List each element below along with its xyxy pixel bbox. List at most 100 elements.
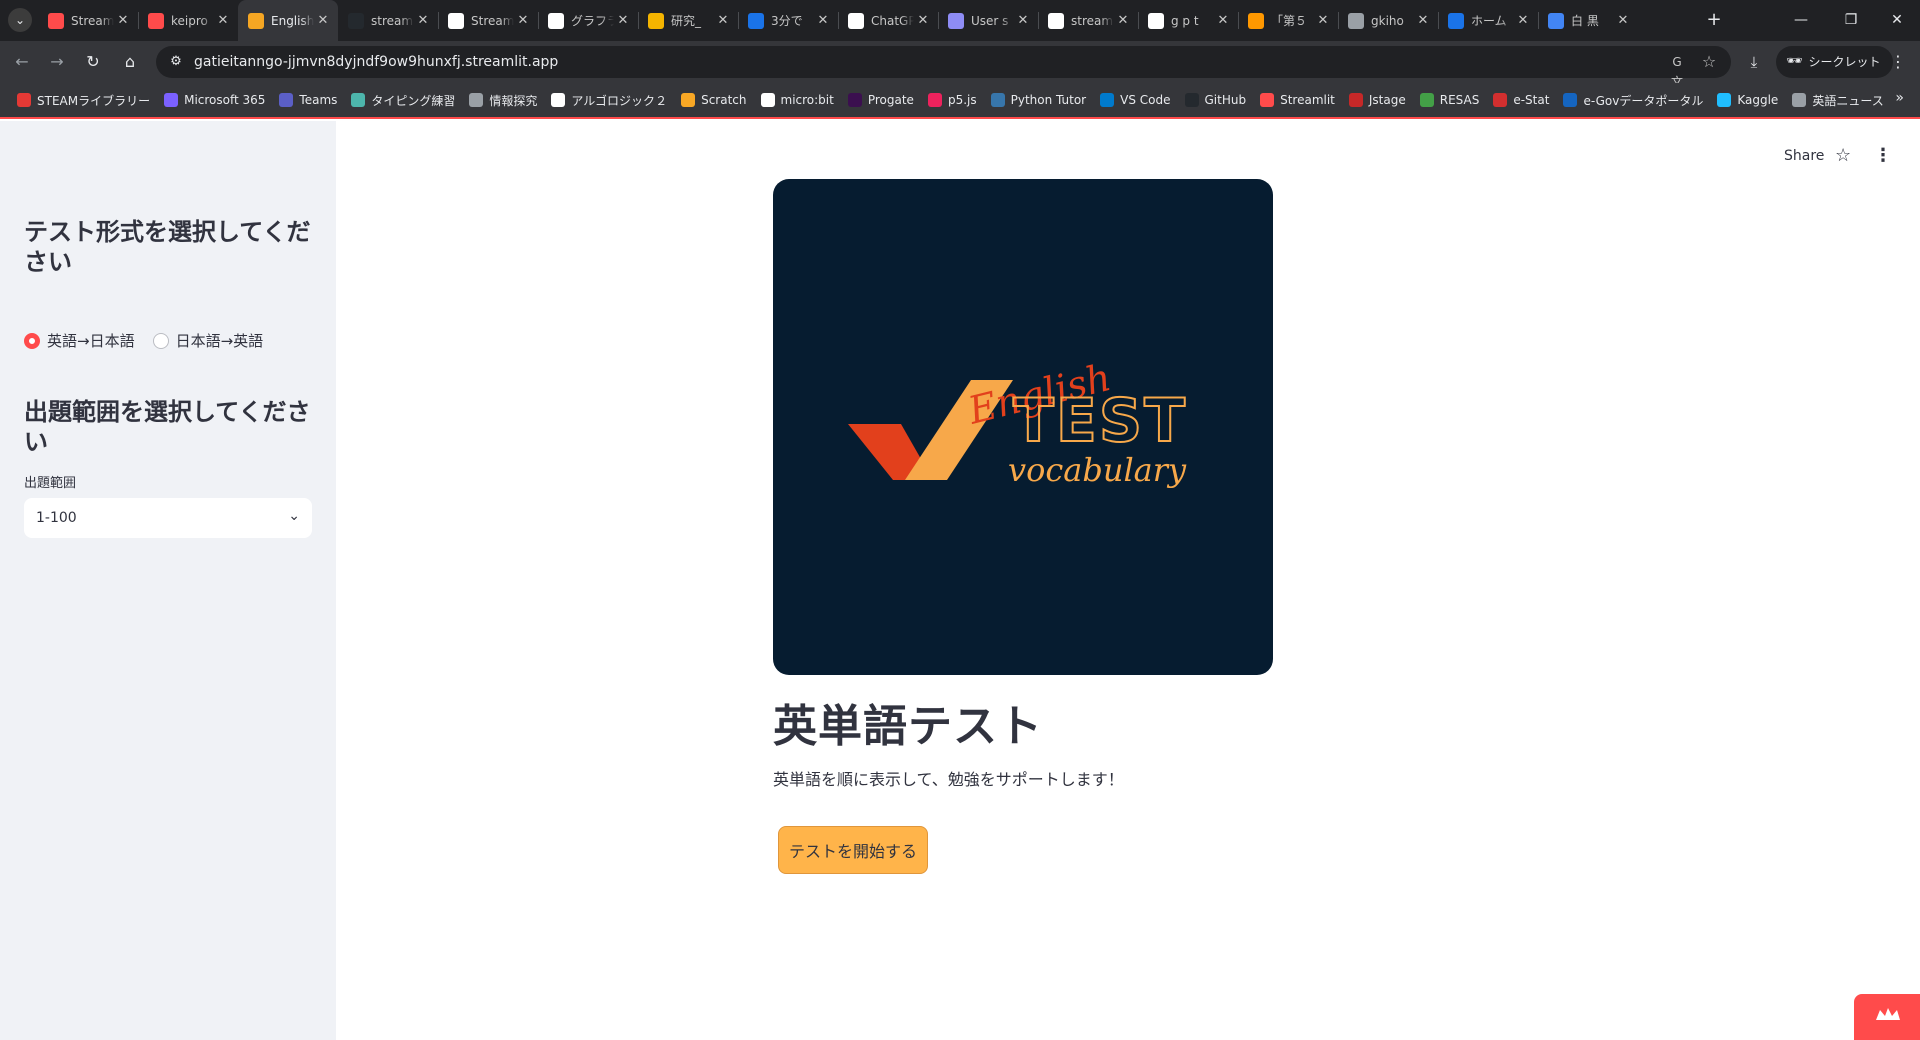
browser-menu-button[interactable]: ⋮ bbox=[1886, 50, 1910, 74]
bookmark-item[interactable]: Python Tutor bbox=[984, 86, 1094, 114]
radio-option-en-ja[interactable]: 英語→日本語 bbox=[24, 330, 135, 351]
bookmark-label: Progate bbox=[867, 93, 914, 107]
streamlit-badge[interactable] bbox=[1854, 994, 1920, 1040]
browser-tab[interactable]: Streamlit✕ bbox=[438, 0, 538, 41]
translate-icon[interactable]: G文 bbox=[1667, 52, 1687, 89]
close-tab-icon[interactable]: ✕ bbox=[914, 13, 932, 28]
new-tab-button[interactable]: + bbox=[1702, 8, 1726, 32]
browser-tab[interactable]: 3分で ✕ bbox=[738, 0, 838, 41]
bookmark-item[interactable]: STEAMライブラリー bbox=[10, 86, 157, 114]
bookmark-star-icon[interactable]: ☆ bbox=[1699, 52, 1719, 72]
close-tab-icon[interactable]: ✕ bbox=[714, 13, 732, 28]
radio-option-ja-en[interactable]: 日本語→英語 bbox=[152, 330, 264, 351]
close-tab-icon[interactable]: ✕ bbox=[514, 13, 532, 28]
radio-label: 日本語→英語 bbox=[175, 332, 264, 350]
back-button[interactable]: ← bbox=[10, 50, 34, 74]
close-tab-icon[interactable]: ✕ bbox=[1414, 13, 1432, 28]
url-text[interactable]: gatieitanngo-jjmvn8dyjndf9ow9hunxfj.stre… bbox=[194, 46, 558, 78]
arrow-left-icon: ← bbox=[15, 52, 29, 71]
site-icon bbox=[1248, 12, 1264, 29]
browser-tab[interactable]: 「第５ ✕ bbox=[1238, 0, 1338, 41]
close-tab-icon[interactable]: ✕ bbox=[1314, 13, 1332, 28]
bookmark-item[interactable]: Jstage bbox=[1342, 86, 1413, 114]
close-tab-icon[interactable]: ✕ bbox=[1614, 13, 1632, 28]
close-tab-icon[interactable]: ✕ bbox=[814, 13, 832, 28]
bookmark-label: RESAS bbox=[1439, 93, 1480, 107]
bookmark-label: タイピング練習 bbox=[371, 93, 456, 108]
radio-dot-icon bbox=[152, 332, 169, 349]
reload-button[interactable]: ↻ bbox=[81, 50, 105, 74]
bookmark-item[interactable]: Teams bbox=[272, 86, 344, 114]
close-tab-icon[interactable]: ✕ bbox=[1214, 13, 1232, 28]
forward-button[interactable]: → bbox=[45, 50, 69, 74]
bookmark-favicon-icon bbox=[469, 93, 484, 107]
browser-tab[interactable]: Streamlit✕ bbox=[38, 0, 138, 41]
site-info-icon[interactable]: ⚙ bbox=[166, 52, 186, 72]
bookmarks-overflow-button[interactable]: » bbox=[1895, 90, 1904, 106]
globe-icon bbox=[1348, 12, 1364, 29]
close-tab-icon[interactable]: ✕ bbox=[1014, 13, 1032, 28]
tab-search-button[interactable]: ⌄ bbox=[8, 8, 32, 32]
bookmark-label: Jstage bbox=[1368, 93, 1406, 107]
browser-tab[interactable]: 研究_ ✕ bbox=[638, 0, 738, 41]
download-button[interactable]: ⤓ bbox=[1742, 50, 1766, 74]
bookmark-label: STEAMライブラリー bbox=[37, 93, 151, 108]
streamlit-crown-icon bbox=[448, 12, 464, 29]
bookmark-item[interactable]: アルゴロジック２ bbox=[544, 86, 674, 114]
bookmark-item[interactable]: p5.js bbox=[921, 86, 984, 114]
sidebar: テスト形式を選択してください 英語→日本語 日本語→英語 出題範囲を選択してくだ… bbox=[0, 121, 336, 1040]
close-tab-icon[interactable]: ✕ bbox=[1114, 13, 1132, 28]
minimize-button[interactable]: — bbox=[1778, 0, 1824, 41]
close-tab-icon[interactable]: ✕ bbox=[614, 13, 632, 28]
bookmark-item[interactable]: e-Stat bbox=[1486, 86, 1556, 114]
bookmark-item[interactable]: micro:bit bbox=[754, 86, 841, 114]
bookmark-item[interactable]: Streamlit bbox=[1253, 86, 1342, 114]
bookmark-item[interactable]: タイピング練習 bbox=[344, 86, 462, 114]
browser-tab[interactable]: User s ✕ bbox=[938, 0, 1038, 41]
tab-title: English bbox=[271, 13, 314, 28]
tab-title: streamlit bbox=[371, 13, 414, 28]
bookmark-item[interactable]: RESAS bbox=[1413, 86, 1487, 114]
bookmark-item[interactable]: GitHub bbox=[1178, 86, 1254, 114]
bookmark-item[interactable]: 英語ニュース bbox=[1785, 86, 1890, 114]
restore-button[interactable]: ❐ bbox=[1828, 0, 1874, 41]
bookmark-item[interactable]: e-Govデータポータル bbox=[1556, 86, 1710, 114]
bookmark-item[interactable]: Microsoft 365 bbox=[157, 86, 272, 114]
bookmark-item[interactable]: 情報探究 bbox=[462, 86, 544, 114]
tab-title: ChatGPT bbox=[871, 13, 914, 28]
range-label: 出題範囲 bbox=[24, 476, 77, 491]
browser-tab[interactable]: g p t ✕ bbox=[1138, 0, 1238, 41]
bookmark-item[interactable]: Progate bbox=[841, 86, 921, 114]
close-tab-icon[interactable]: ✕ bbox=[114, 13, 132, 28]
browser-tab[interactable]: ChatGPT✕ bbox=[838, 0, 938, 41]
bookmark-favicon-icon bbox=[1100, 93, 1115, 107]
incognito-indicator[interactable]: 🕶 シークレット bbox=[1776, 46, 1893, 78]
star-icon[interactable]: ☆ bbox=[1835, 145, 1851, 166]
browser-tab[interactable]: ホーム ✕ bbox=[1438, 0, 1538, 41]
bookmark-item[interactable]: VS Code bbox=[1093, 86, 1177, 114]
close-tab-icon[interactable]: ✕ bbox=[414, 13, 432, 28]
bookmarks-bar: STEAMライブラリー Microsoft 365 Teams タイピング練習 情報探究… bbox=[0, 83, 1920, 119]
chevron-double-right-icon: » bbox=[1895, 90, 1904, 106]
site-icon bbox=[1448, 12, 1464, 29]
bookmark-item[interactable]: Scratch bbox=[674, 86, 753, 114]
browser-tab[interactable]: グラフラ ✕ bbox=[538, 0, 638, 41]
home-button[interactable]: ⌂ bbox=[118, 50, 142, 74]
openai-icon bbox=[848, 12, 864, 29]
browser-tab[interactable]: keipro ✕ bbox=[138, 0, 238, 41]
close-tab-icon[interactable]: ✕ bbox=[214, 13, 232, 28]
browser-tab[interactable]: stream ✕ bbox=[1038, 0, 1138, 41]
browser-tab[interactable]: gkiho ✕ bbox=[1338, 0, 1438, 41]
more-vertical-icon[interactable]: ⋮ bbox=[1874, 145, 1892, 166]
browser-tab[interactable]: 白 黒 ✕ bbox=[1538, 0, 1638, 41]
address-bar[interactable]: ⚙ gatieitanngo-jjmvn8dyjndf9ow9hunxfj.st… bbox=[156, 46, 1731, 89]
browser-tab[interactable]: English ✕ bbox=[238, 0, 338, 41]
bookmark-item[interactable]: Kaggle bbox=[1710, 86, 1785, 114]
close-tab-icon[interactable]: ✕ bbox=[1514, 13, 1532, 28]
range-select[interactable]: 1-100 ⌄ bbox=[24, 498, 312, 538]
close-tab-icon[interactable]: ✕ bbox=[314, 13, 332, 28]
start-test-button[interactable]: テストを開始する bbox=[778, 826, 928, 874]
share-button[interactable]: Share bbox=[1784, 148, 1824, 164]
browser-tab[interactable]: streamlit✕ bbox=[338, 0, 438, 41]
close-window-button[interactable]: ✕ bbox=[1874, 0, 1920, 41]
